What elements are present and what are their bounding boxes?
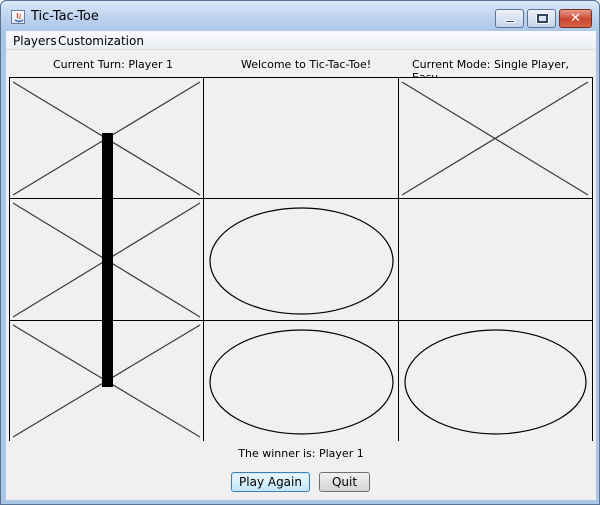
maximize-button[interactable] <box>527 9 556 28</box>
menu-bar: Players Customization <box>6 31 596 50</box>
board-cell-r1c3[interactable] <box>399 78 592 199</box>
window-title: Tic-Tac-Toe <box>31 9 99 24</box>
title-bar[interactable]: Tic-Tac-Toe ✕ <box>1 1 599 31</box>
quit-button[interactable]: Quit <box>319 472 370 492</box>
app-window: Tic-Tac-Toe ✕ Players Customization Curr… <box>0 0 600 505</box>
board-cell-r2c2[interactable] <box>204 199 399 321</box>
play-again-button[interactable]: Play Again <box>231 472 310 492</box>
menu-players[interactable]: Players <box>13 34 57 48</box>
o-mark <box>209 329 394 435</box>
game-board <box>9 77 593 441</box>
winning-line <box>102 133 113 387</box>
client-area: Players Customization Current Turn: Play… <box>6 31 596 500</box>
close-button[interactable]: ✕ <box>559 9 592 28</box>
close-icon: ✕ <box>570 11 581 26</box>
board-cell-r3c3[interactable] <box>399 321 592 441</box>
o-mark <box>209 207 394 315</box>
x-mark <box>401 81 589 196</box>
menu-customization[interactable]: Customization <box>58 34 144 48</box>
current-turn-label: Current Turn: Player 1 <box>53 58 174 71</box>
winner-label: The winner is: Player 1 <box>238 447 364 460</box>
maximize-icon <box>536 13 549 24</box>
board-cell-r2c3[interactable] <box>399 199 592 321</box>
java-app-icon <box>11 10 25 24</box>
welcome-label: Welcome to Tic-Tac-Toe! <box>241 58 372 71</box>
board-cell-r3c2[interactable] <box>204 321 399 441</box>
board-cell-r1c2[interactable] <box>204 78 399 199</box>
minimize-button[interactable] <box>495 9 524 28</box>
minimize-icon <box>505 20 515 23</box>
o-mark <box>404 329 587 435</box>
